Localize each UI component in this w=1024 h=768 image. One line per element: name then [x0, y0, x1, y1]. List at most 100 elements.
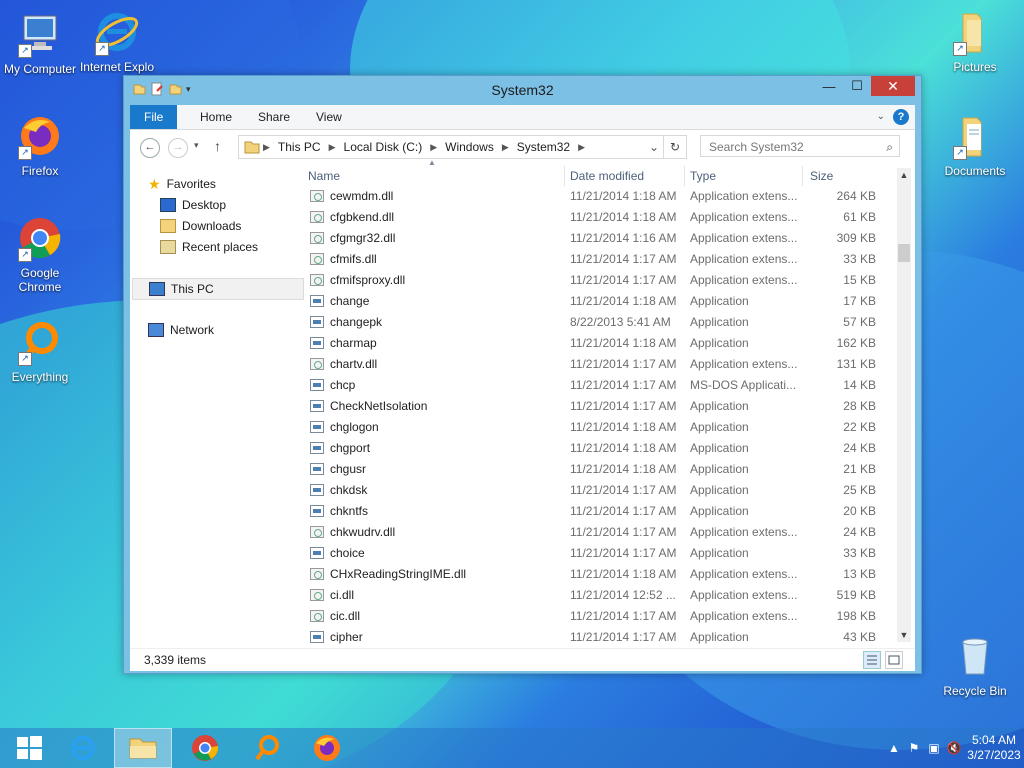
file-row[interactable]: cfmifs.dll 11/21/2014 1:17 AM Application …	[302, 249, 882, 270]
column-header-type[interactable]: Type	[690, 166, 716, 186]
tab-home[interactable]: Home	[186, 105, 246, 129]
start-button[interactable]	[0, 728, 58, 768]
file-row[interactable]: cfmifsproxy.dll 11/21/2014 1:17 AM Applica…	[302, 270, 882, 291]
dll-file-icon	[310, 274, 324, 286]
maximize-button[interactable]: ☐	[843, 76, 871, 96]
desktop-icon-recycle-bin[interactable]: Recycle Bin	[935, 632, 1015, 698]
desktop-icon-label: Pictures	[953, 60, 997, 74]
file-row[interactable]: ci.dll 11/21/2014 12:52 ... Application ex…	[302, 585, 882, 606]
nav-network[interactable]: Network	[148, 320, 214, 340]
desktop-icon	[160, 198, 176, 212]
column-divider[interactable]	[802, 166, 803, 186]
file-name: chgport	[330, 441, 371, 455]
expand-ribbon-icon[interactable]: ⌄	[877, 111, 885, 122]
file-row[interactable]: chcp 11/21/2014 1:17 AM MS-DOS Applicati..…	[302, 375, 882, 396]
vertical-scrollbar[interactable]: ▲ ▼	[897, 168, 911, 642]
file-row[interactable]: change 11/21/2014 1:18 AM Application 17 KB	[302, 291, 882, 312]
scroll-up-icon[interactable]: ▲	[897, 168, 911, 182]
column-header-date-modified[interactable]: Date modified	[570, 166, 644, 186]
nav-this-pc[interactable]: This PC	[132, 278, 304, 300]
taskbar-clock[interactable]: 5:04 AM 3/27/2023	[964, 733, 1024, 763]
refresh-button[interactable]: ↻	[663, 135, 687, 159]
address-bar[interactable]: ▶ This PC ▶ Local Disk (C:) ▶ Windows ▶ …	[238, 135, 664, 159]
file-row[interactable]: chkntfs 11/21/2014 1:17 AM Application 20 K…	[302, 501, 882, 522]
file-date-modified: 11/21/2014 1:17 AM	[570, 546, 677, 560]
desktop-icon-my-computer[interactable]: ↗ My Computer	[0, 10, 80, 76]
details-view-button[interactable]	[863, 651, 881, 669]
file-row[interactable]: chkdsk 11/21/2014 1:17 AM Application 25 KB	[302, 480, 882, 501]
file-row[interactable]: chkwudrv.dll 11/21/2014 1:17 AM Applicatio…	[302, 522, 882, 543]
nav-recent-places[interactable]: Recent places	[160, 237, 258, 257]
forward-button[interactable]: →	[168, 138, 188, 158]
scrollbar-thumb[interactable]	[898, 244, 910, 262]
desktop-icon-google-chrome[interactable]: ↗ Google Chrome	[0, 214, 80, 294]
nav-favorites[interactable]: ★ Favorites	[148, 174, 216, 194]
recent-locations-icon[interactable]: ▾	[194, 140, 199, 151]
taskbar-internet-explorer[interactable]	[54, 728, 112, 768]
column-header-size[interactable]: Size	[810, 166, 833, 186]
file-list[interactable]: ▲ Name Date modified Type Size cewmdm.dl…	[302, 158, 915, 648]
computer-icon	[149, 282, 165, 296]
desktop-icon-pictures[interactable]: ↗ Pictures	[935, 8, 1015, 74]
address-dropdown-icon[interactable]: ⌄	[643, 140, 663, 154]
breadcrumb-local-disk[interactable]: Local Disk (C:)	[338, 140, 429, 154]
minimize-button[interactable]: —	[815, 76, 843, 96]
file-row[interactable]: chglogon 11/21/2014 1:18 AM Application 22 …	[302, 417, 882, 438]
title-bar[interactable]: ▾ System32 — ☐ ✕	[124, 76, 921, 105]
desktop-icon-documents[interactable]: ↗ Documents	[935, 112, 1015, 178]
breadcrumb-system32[interactable]: System32	[511, 140, 576, 154]
taskbar-file-explorer[interactable]	[114, 728, 172, 768]
file-row[interactable]: chgusr 11/21/2014 1:18 AM Application 21 KB	[302, 459, 882, 480]
scroll-down-icon[interactable]: ▼	[897, 628, 911, 642]
help-icon[interactable]: ?	[893, 109, 909, 125]
file-row[interactable]: CHxReadingStringIME.dll 11/21/2014 1:18 A…	[302, 564, 882, 585]
taskbar-google-chrome[interactable]	[176, 728, 234, 768]
file-row[interactable]: chartv.dll 11/21/2014 1:17 AM Application …	[302, 354, 882, 375]
file-size: 264 KB	[836, 189, 876, 203]
file-row[interactable]: charmap 11/21/2014 1:18 AM Application 162 …	[302, 333, 882, 354]
file-explorer-icon	[129, 738, 157, 759]
file-row[interactable]: cic.dll 11/21/2014 1:17 AM Application ext…	[302, 606, 882, 627]
file-row[interactable]: cipher 11/21/2014 1:17 AM Application 43 KB	[302, 627, 882, 648]
file-row[interactable]: CheckNetIsolation 11/21/2014 1:17 AM Appli…	[302, 396, 882, 417]
action-center-flag-icon[interactable]: ⚑	[904, 741, 924, 755]
taskbar-firefox[interactable]	[298, 728, 356, 768]
breadcrumb-windows[interactable]: Windows	[439, 140, 500, 154]
desktop-icon-label: Everything	[11, 370, 69, 384]
file-name: choice	[330, 546, 365, 560]
desktop-icon-everything[interactable]: ↗ Everything	[0, 318, 80, 384]
tab-view[interactable]: View	[302, 105, 356, 129]
file-row[interactable]: choice 11/21/2014 1:17 AM Application 33 KB	[302, 543, 882, 564]
dll-file-icon	[310, 526, 324, 538]
nav-desktop[interactable]: Desktop	[160, 195, 226, 215]
desktop-icon-internet-explorer[interactable]: ↗ Internet Explo	[77, 8, 157, 74]
file-row[interactable]: cfgmgr32.dll 11/21/2014 1:16 AM Applicatio…	[302, 228, 882, 249]
column-divider[interactable]	[564, 166, 565, 186]
show-hidden-icons-icon[interactable]: ▲	[884, 741, 904, 755]
tab-share[interactable]: Share	[244, 105, 304, 129]
nav-downloads[interactable]: Downloads	[160, 216, 241, 236]
file-row[interactable]: chgport 11/21/2014 1:18 AM Application 24 K…	[302, 438, 882, 459]
chrome-icon	[192, 735, 219, 761]
file-row[interactable]: cfgbkend.dll 11/21/2014 1:18 AM Applicatio…	[302, 207, 882, 228]
large-icons-view-button[interactable]	[885, 651, 903, 669]
network-status-icon[interactable]: ▣	[924, 741, 944, 755]
search-placeholder: Search System32	[709, 140, 804, 154]
desktop-icon-firefox[interactable]: ↗ Firefox	[0, 112, 80, 178]
column-header-name[interactable]: Name	[308, 166, 340, 186]
tab-file[interactable]: File	[130, 105, 178, 129]
back-button[interactable]: ←	[140, 138, 160, 158]
search-input[interactable]: Search System32 ⌕	[700, 135, 900, 157]
up-button[interactable]: ↑	[214, 138, 221, 154]
breadcrumb-this-pc[interactable]: This PC	[272, 140, 327, 154]
breadcrumb-separator-icon: ▶	[263, 141, 270, 152]
file-row[interactable]: cewmdm.dll 11/21/2014 1:18 AM Application …	[302, 186, 882, 207]
close-button[interactable]: ✕	[871, 76, 915, 96]
file-row[interactable]: changepk 8/22/2013 5:41 AM Application 57 K…	[302, 312, 882, 333]
explorer-window[interactable]: ▾ System32 — ☐ ✕ File Home Share View ⌄ …	[123, 75, 922, 674]
taskbar-everything[interactable]	[238, 728, 296, 768]
file-size: 21 KB	[843, 462, 876, 476]
sort-ascending-icon: ▲	[428, 158, 436, 167]
column-divider[interactable]	[684, 166, 685, 186]
volume-muted-icon[interactable]: 🔇	[944, 741, 964, 755]
